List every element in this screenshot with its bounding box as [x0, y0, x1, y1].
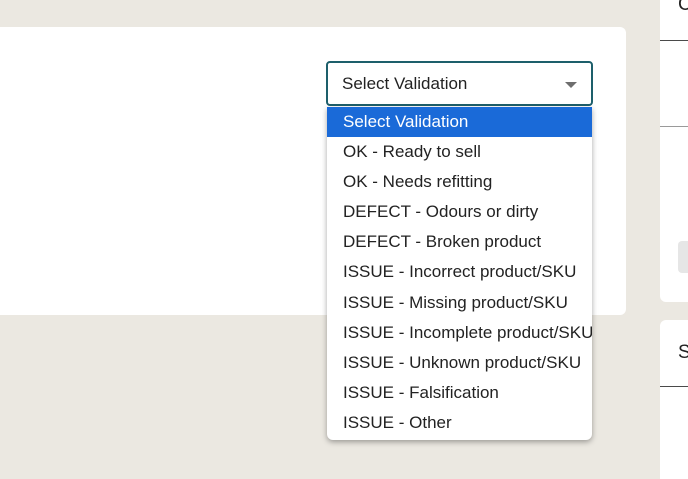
right-card-top-heading: C	[678, 0, 688, 15]
divider	[660, 126, 688, 127]
validation-dropdown-list: Select Validation OK - Ready to sell OK - …	[327, 107, 592, 440]
caret-down-icon	[565, 82, 577, 88]
divider	[660, 386, 688, 387]
partial-button[interactable]	[678, 241, 688, 273]
dropdown-option[interactable]: OK - Needs refitting	[327, 167, 592, 197]
validation-select[interactable]: Select Validation	[326, 61, 593, 106]
dropdown-option[interactable]: ISSUE - Incorrect product/SKU	[327, 257, 592, 287]
page: C S Select Validation Select Validation O…	[0, 0, 688, 479]
dropdown-option[interactable]: ISSUE - Unknown product/SKU	[327, 348, 592, 378]
right-card-bottom-heading: S	[678, 342, 688, 363]
dropdown-option[interactable]: Select Validation	[327, 107, 592, 138]
right-card-top: C	[660, 0, 688, 302]
dropdown-option[interactable]: DEFECT - Broken product	[327, 227, 592, 257]
dropdown-option[interactable]: ISSUE - Falsification	[327, 378, 592, 408]
right-panel: C S	[660, 0, 688, 479]
validation-select-value: Select Validation	[342, 73, 468, 93]
dropdown-option[interactable]: ISSUE - Incomplete product/SKU	[327, 318, 592, 348]
dropdown-option[interactable]: ISSUE - Other	[327, 408, 592, 438]
right-card-bottom: S	[660, 320, 688, 479]
divider	[660, 40, 688, 41]
dropdown-option[interactable]: OK - Ready to sell	[327, 137, 592, 167]
dropdown-option[interactable]: DEFECT - Odours or dirty	[327, 197, 592, 227]
dropdown-option[interactable]: ISSUE - Missing product/SKU	[327, 288, 592, 318]
